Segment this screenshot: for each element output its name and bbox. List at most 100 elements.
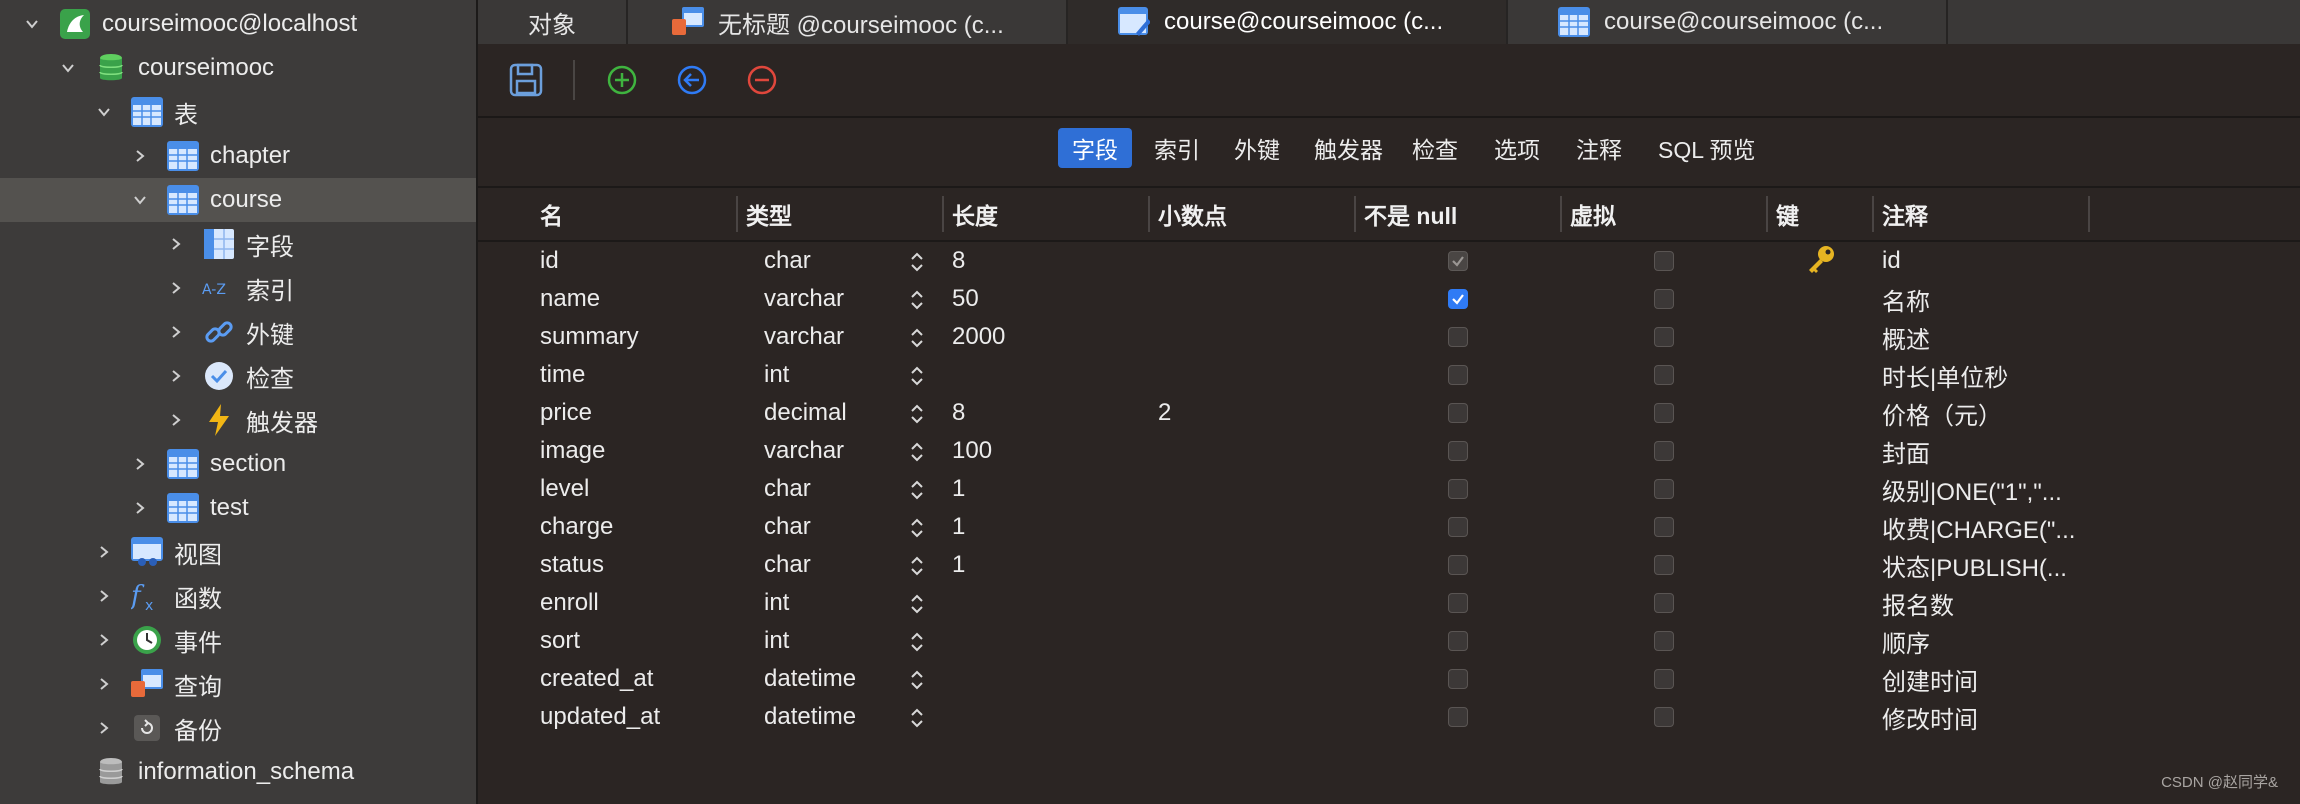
field-comment-cell[interactable]: 名称: [1882, 280, 1930, 318]
column-divider[interactable]: [1148, 196, 1150, 232]
table-row[interactable]: updated_at datetime 修改时间: [478, 698, 2300, 736]
tree-item-indexes[interactable]: A-Z 索引: [0, 266, 476, 310]
column-header-not-null[interactable]: 不是 null: [1364, 188, 1457, 240]
field-name-cell[interactable]: id: [540, 242, 559, 280]
column-header-name[interactable]: 名: [540, 188, 563, 240]
column-header-comment[interactable]: 注释: [1882, 188, 1928, 240]
field-name-cell[interactable]: updated_at: [540, 698, 660, 736]
type-stepper-icon[interactable]: [910, 593, 924, 615]
table-row[interactable]: id char 8 id: [478, 242, 2300, 280]
subtab-fields[interactable]: 字段: [1058, 128, 1132, 168]
type-stepper-icon[interactable]: [910, 403, 924, 425]
subtab-triggers[interactable]: 触发器: [1300, 128, 1397, 168]
field-comment-cell[interactable]: 价格（元）: [1882, 394, 2002, 432]
tree-item-table-test[interactable]: test: [0, 486, 476, 530]
field-name-cell[interactable]: level: [540, 470, 589, 508]
field-type-cell[interactable]: char: [764, 242, 811, 280]
subtab-sql-preview[interactable]: SQL 预览: [1644, 128, 1770, 168]
virtual-checkbox[interactable]: [1654, 669, 1674, 689]
type-stepper-icon[interactable]: [910, 365, 924, 387]
not-null-checkbox[interactable]: [1448, 251, 1468, 271]
tree-item-fields[interactable]: 字段: [0, 222, 476, 266]
type-stepper-icon[interactable]: [910, 555, 924, 577]
tree-item-backups[interactable]: 备份: [0, 706, 476, 750]
chevron-right-icon[interactable]: [164, 232, 188, 256]
field-name-cell[interactable]: status: [540, 546, 604, 584]
not-null-checkbox[interactable]: [1448, 555, 1468, 575]
field-comment-cell[interactable]: 概述: [1882, 318, 1930, 356]
field-comment-cell[interactable]: 顺序: [1882, 622, 1930, 660]
not-null-checkbox[interactable]: [1448, 365, 1468, 385]
field-length-cell[interactable]: 8: [952, 394, 965, 432]
virtual-checkbox[interactable]: [1654, 593, 1674, 613]
chevron-down-icon[interactable]: [128, 188, 152, 212]
field-type-cell[interactable]: datetime: [764, 698, 856, 736]
column-header-type[interactable]: 类型: [746, 188, 792, 240]
tree-item-database[interactable]: courseimooc: [0, 46, 476, 90]
not-null-checkbox[interactable]: [1448, 441, 1468, 461]
table-row[interactable]: status char 1 状态|PUBLISH(...: [478, 546, 2300, 584]
column-divider[interactable]: [1766, 196, 1768, 232]
field-name-cell[interactable]: name: [540, 280, 600, 318]
save-button[interactable]: [508, 62, 544, 98]
type-stepper-icon[interactable]: [910, 327, 924, 349]
chevron-down-icon[interactable]: [20, 12, 44, 36]
field-length-cell[interactable]: 2000: [952, 318, 1005, 356]
table-row[interactable]: created_at datetime 创建时间: [478, 660, 2300, 698]
table-row[interactable]: time int 时长|单位秒: [478, 356, 2300, 394]
field-comment-cell[interactable]: 时长|单位秒: [1882, 356, 2008, 394]
field-type-cell[interactable]: varchar: [764, 280, 844, 318]
virtual-checkbox[interactable]: [1654, 707, 1674, 727]
chevron-right-icon[interactable]: [128, 144, 152, 168]
tree-item-connection[interactable]: courseimooc@localhost: [0, 2, 476, 46]
subtab-foreign-keys[interactable]: 外键: [1220, 128, 1294, 168]
field-type-cell[interactable]: char: [764, 546, 811, 584]
table-row[interactable]: charge char 1 收费|CHARGE("...: [478, 508, 2300, 546]
table-row[interactable]: sort int 顺序: [478, 622, 2300, 660]
field-length-cell[interactable]: 50: [952, 280, 979, 318]
chevron-right-icon[interactable]: [92, 540, 116, 564]
table-row[interactable]: enroll int 报名数: [478, 584, 2300, 622]
field-length-cell[interactable]: 1: [952, 508, 965, 546]
table-row[interactable]: summary varchar 2000 概述: [478, 318, 2300, 356]
virtual-checkbox[interactable]: [1654, 441, 1674, 461]
not-null-checkbox[interactable]: [1448, 403, 1468, 423]
column-divider[interactable]: [736, 196, 738, 232]
field-type-cell[interactable]: varchar: [764, 432, 844, 470]
tree-item-checks[interactable]: 检查: [0, 354, 476, 398]
column-divider[interactable]: [1872, 196, 1874, 232]
subtab-checks[interactable]: 检查: [1398, 128, 1472, 168]
field-comment-cell[interactable]: 级别|ONE("1","...: [1882, 470, 2062, 508]
table-row[interactable]: price decimal 8 2 价格（元）: [478, 394, 2300, 432]
chevron-right-icon[interactable]: [92, 716, 116, 740]
column-divider[interactable]: [942, 196, 944, 232]
insert-field-button[interactable]: [674, 62, 710, 98]
tab-objects[interactable]: 对象: [478, 0, 628, 44]
not-null-checkbox[interactable]: [1448, 707, 1468, 727]
field-type-cell[interactable]: int: [764, 584, 789, 622]
virtual-checkbox[interactable]: [1654, 289, 1674, 309]
field-name-cell[interactable]: image: [540, 432, 605, 470]
field-length-cell[interactable]: 100: [952, 432, 992, 470]
add-field-button[interactable]: [604, 62, 640, 98]
subtab-comment[interactable]: 注释: [1562, 128, 1636, 168]
virtual-checkbox[interactable]: [1654, 403, 1674, 423]
virtual-checkbox[interactable]: [1654, 327, 1674, 347]
field-type-cell[interactable]: varchar: [764, 318, 844, 356]
column-header-length[interactable]: 长度: [952, 188, 998, 240]
chevron-right-icon[interactable]: [92, 672, 116, 696]
table-row[interactable]: level char 1 级别|ONE("1","...: [478, 470, 2300, 508]
virtual-checkbox[interactable]: [1654, 479, 1674, 499]
not-null-checkbox[interactable]: [1448, 669, 1468, 689]
not-null-checkbox[interactable]: [1448, 517, 1468, 537]
tab-untitled-query[interactable]: 无标题 @courseimooc (c...: [628, 0, 1068, 44]
column-header-decimals[interactable]: 小数点: [1158, 188, 1227, 240]
field-comment-cell[interactable]: 创建时间: [1882, 660, 1978, 698]
tree-item-table-chapter[interactable]: chapter: [0, 134, 476, 178]
not-null-checkbox[interactable]: [1448, 593, 1468, 613]
field-comment-cell[interactable]: 封面: [1882, 432, 1930, 470]
field-length-cell[interactable]: 8: [952, 242, 965, 280]
chevron-right-icon[interactable]: [92, 628, 116, 652]
type-stepper-icon[interactable]: [910, 251, 924, 273]
not-null-checkbox[interactable]: [1448, 479, 1468, 499]
